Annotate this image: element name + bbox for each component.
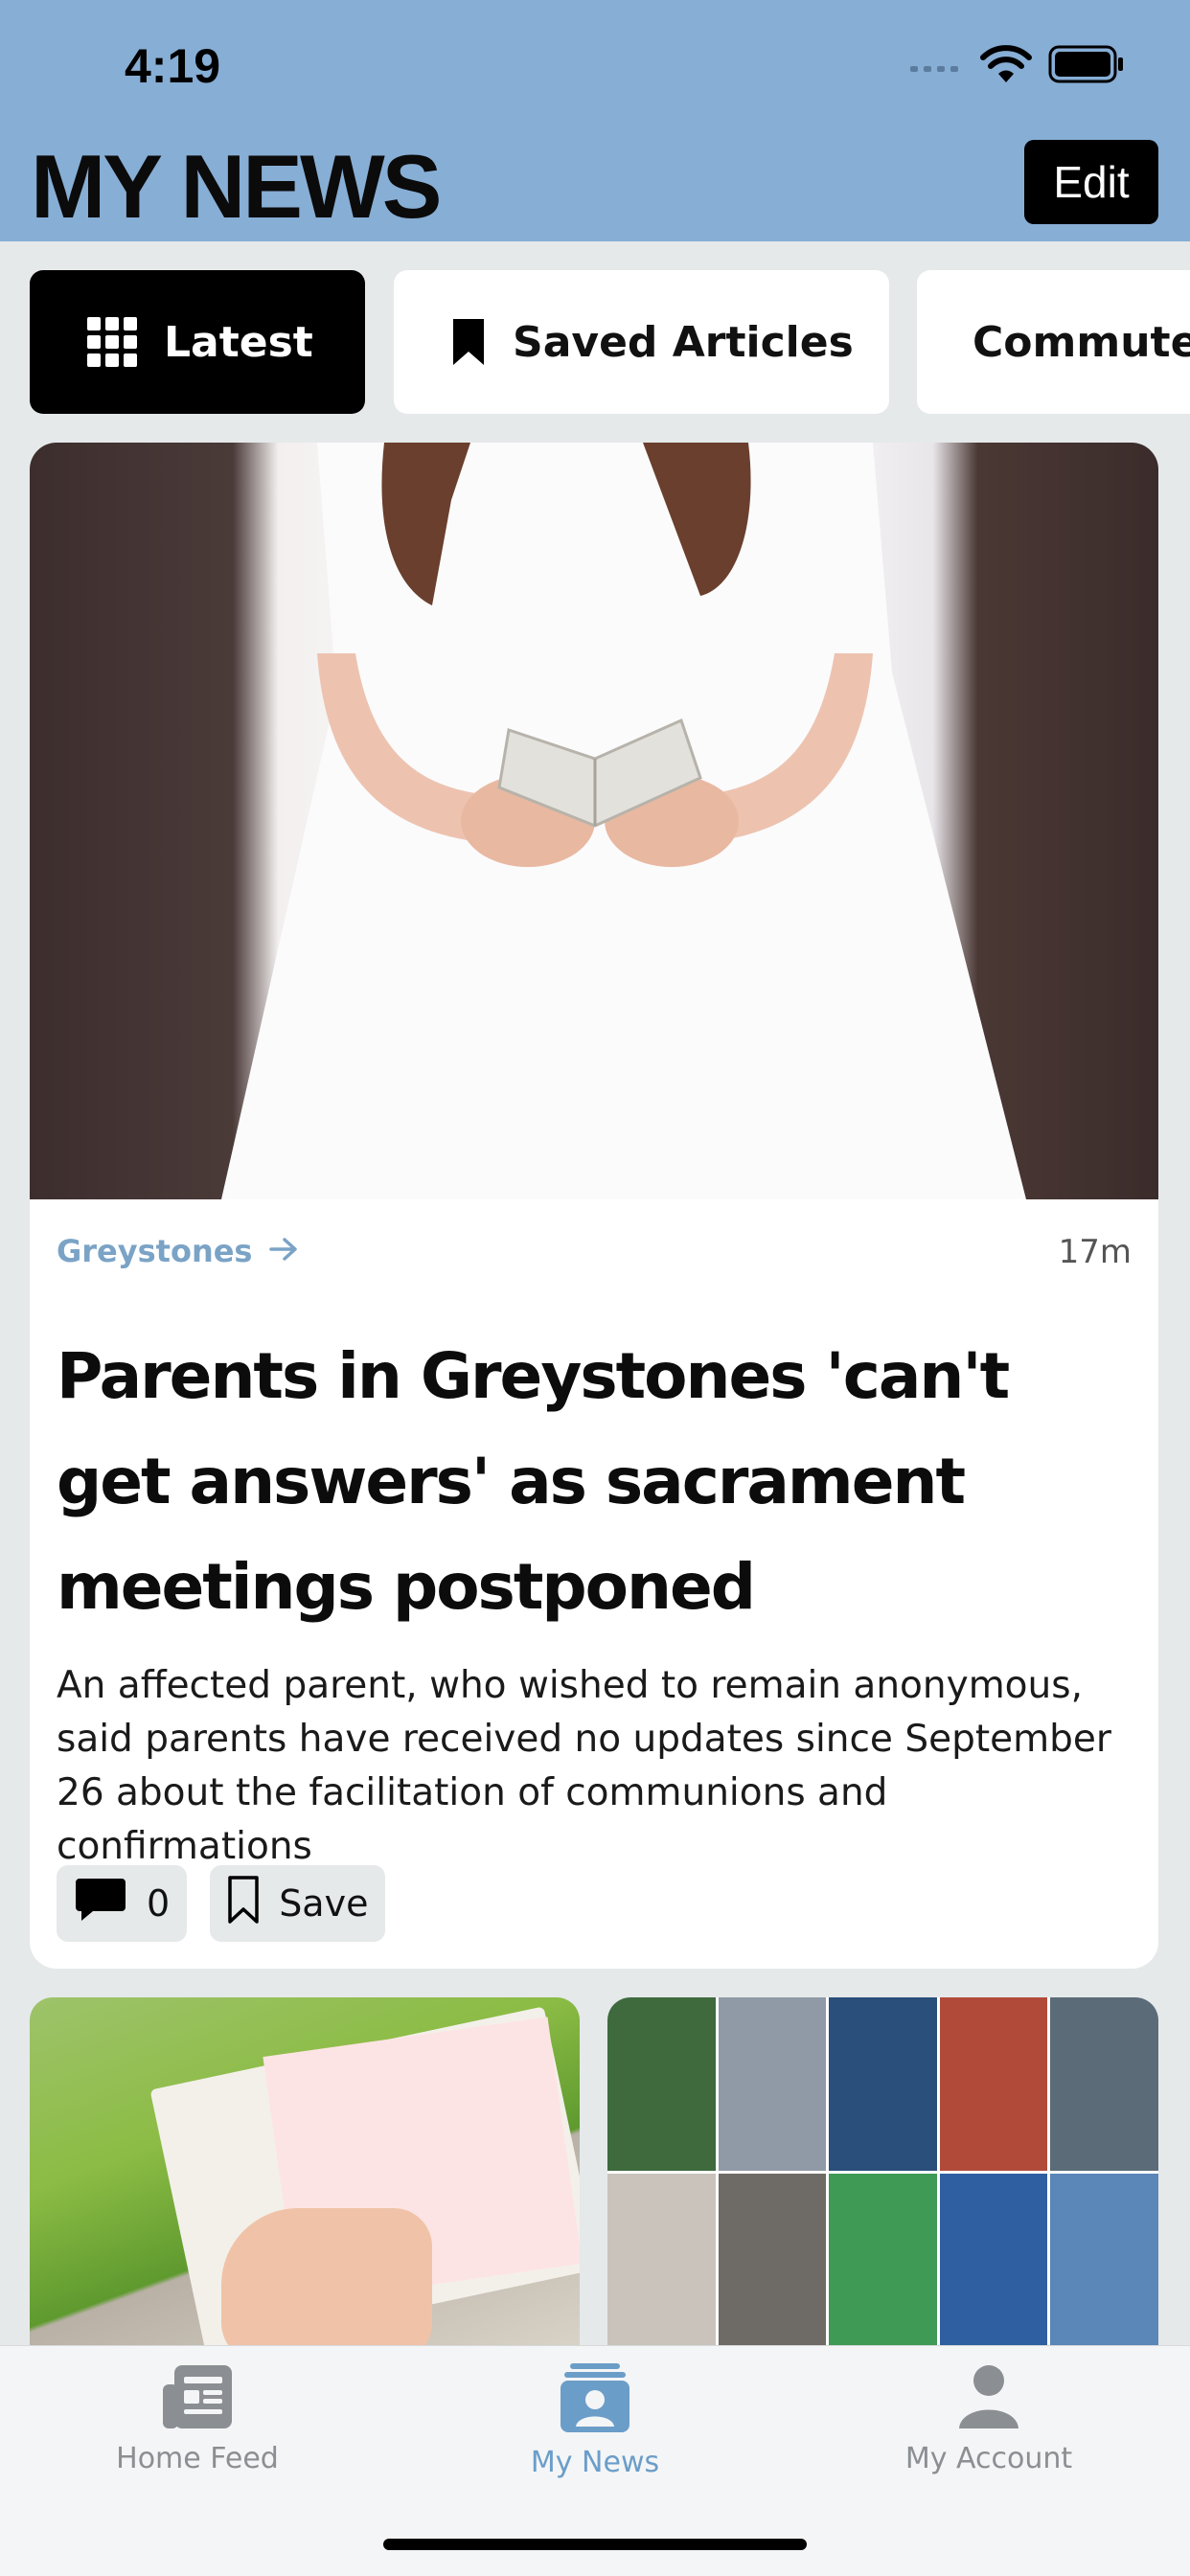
- my-news-icon: [559, 2363, 631, 2438]
- tab-label: Saved Articles: [513, 317, 854, 367]
- newspaper-icon: [161, 2365, 234, 2434]
- collage-photo: [829, 1997, 937, 2171]
- battery-icon: [1048, 45, 1125, 87]
- signal-icon: [910, 55, 964, 78]
- article-image[interactable]: [30, 443, 1158, 1199]
- nav-my-account[interactable]: My Account: [845, 2363, 1133, 2507]
- save-label: Save: [279, 1882, 369, 1925]
- tab-label: Commute: [973, 317, 1190, 367]
- top-header: 4:19 MY NEWS Edit: [0, 0, 1190, 241]
- collage-photo: [607, 2174, 716, 2347]
- nav-my-news[interactable]: My News: [451, 2363, 739, 2507]
- status-time: 4:19: [125, 39, 221, 93]
- edit-button[interactable]: Edit: [1024, 140, 1158, 224]
- tab-bar: Latest Saved Articles Commute: [0, 270, 1190, 414]
- category-label: Greystones: [57, 1233, 253, 1269]
- comment-count: 0: [147, 1882, 171, 1925]
- nav-label: My News: [530, 2446, 660, 2479]
- featured-article-card[interactable]: Greystones 17m Parents in Greystones 'ca…: [30, 443, 1158, 1969]
- bookmark-icon: [451, 317, 486, 367]
- collage-photo: [718, 1997, 827, 2171]
- collage-photo: [607, 1997, 716, 2171]
- tab-latest[interactable]: Latest: [30, 270, 365, 414]
- home-indicator[interactable]: [383, 2539, 807, 2550]
- nav-home-feed[interactable]: Home Feed: [54, 2363, 341, 2507]
- article-thumbnail-lotto[interactable]: [30, 1997, 580, 2347]
- save-button[interactable]: Save: [210, 1865, 386, 1942]
- article-meta: Greystones 17m: [57, 1233, 1132, 1281]
- arrow-right-icon: [269, 1233, 298, 1269]
- grid-icon: [87, 317, 137, 367]
- comments-button[interactable]: 0: [57, 1865, 188, 1942]
- tab-commute[interactable]: Commute: [917, 270, 1190, 414]
- hand-shape: [221, 2208, 432, 2347]
- status-icons: [910, 44, 1125, 88]
- article-actions: 0 Save: [57, 1865, 386, 1942]
- collage-photo: [1050, 1997, 1158, 2171]
- person-icon: [957, 2365, 1020, 2434]
- nav-label: My Account: [904, 2442, 1073, 2475]
- comment-icon: [74, 1877, 127, 1931]
- collage-photo: [939, 2174, 1048, 2347]
- page-title: MY NEWS: [31, 136, 442, 237]
- collage-photo: [1050, 2174, 1158, 2347]
- article-headline[interactable]: Parents in Greystones 'can't get answers…: [57, 1324, 1130, 1640]
- tab-saved-articles[interactable]: Saved Articles: [394, 270, 889, 414]
- collage-photo: [829, 2174, 937, 2347]
- category-link[interactable]: Greystones: [57, 1233, 298, 1269]
- article-time: 17m: [1058, 1233, 1132, 1271]
- collage-photo: [939, 1997, 1048, 2171]
- article-thumbnail-collage[interactable]: [607, 1997, 1158, 2347]
- article-summary: An affected parent, who wished to remain…: [57, 1664, 1111, 1868]
- nav-label: Home Feed: [116, 2442, 279, 2475]
- bookmark-outline-icon: [227, 1875, 260, 1933]
- tab-label: Latest: [164, 317, 313, 367]
- collage-photo: [718, 2174, 827, 2347]
- wifi-icon: [979, 44, 1033, 88]
